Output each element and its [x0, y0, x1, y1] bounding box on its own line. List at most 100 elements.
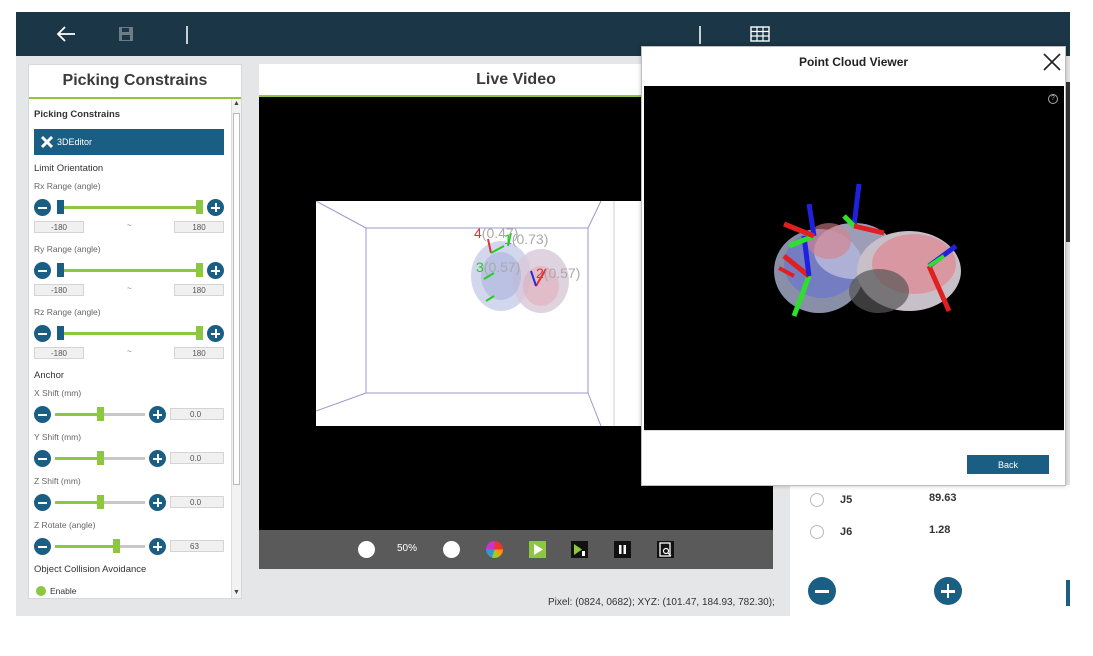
z-rotate-fill — [55, 545, 115, 548]
y-shift-increase-button[interactable] — [149, 450, 166, 467]
rx-max-input[interactable]: 180 — [174, 221, 224, 233]
tools-icon — [40, 135, 54, 149]
z-shift-fill — [55, 501, 99, 504]
collision-avoidance-heading: Object Collision Avoidance — [34, 564, 147, 575]
x-shift-track[interactable] — [99, 413, 145, 416]
table-grid-icon[interactable] — [748, 22, 772, 46]
rx-increase-button[interactable] — [207, 199, 224, 216]
z-shift-input[interactable]: 0.0 — [170, 496, 224, 508]
rx-min-handle[interactable] — [57, 200, 64, 214]
save-icon[interactable] — [114, 22, 138, 46]
scroll-down-icon[interactable]: ▼ — [232, 588, 241, 598]
back-button[interactable]: Back — [967, 455, 1049, 474]
zoom-out-button[interactable] — [358, 541, 375, 558]
y-shift-track[interactable] — [99, 457, 145, 460]
panel-scrollbar[interactable]: ▲ ▼ — [231, 99, 241, 598]
section-title: Picking Constrains — [34, 109, 121, 120]
close-icon[interactable] — [1041, 51, 1063, 73]
rz-max-handle[interactable] — [196, 326, 203, 340]
joint-decrease-button[interactable] — [808, 577, 836, 605]
rz-min-handle[interactable] — [57, 326, 64, 340]
panel-content: Picking Constrains 3DEditor Limit Orient… — [29, 99, 233, 598]
panel-title: Picking Constrains — [29, 65, 241, 99]
z-shift-label: Z Shift (mm) — [34, 476, 81, 486]
video-frame[interactable]: 4(0.47) 1(0.73) 3(0.57) 2(0.57) — [315, 200, 656, 427]
rx-decrease-button[interactable] — [34, 199, 51, 216]
y-shift-decrease-button[interactable] — [34, 450, 51, 467]
step-play-icon[interactable] — [571, 541, 588, 558]
toolbar-separator — [186, 26, 188, 44]
rx-max-handle[interactable] — [196, 200, 203, 214]
rx-range-label: Rx Range (angle) — [34, 181, 101, 191]
pause-icon[interactable] — [614, 541, 631, 558]
enable-label: Enable — [50, 586, 77, 596]
range-separator: ~ — [127, 347, 132, 356]
rz-range-label: Rz Range (angle) — [34, 307, 101, 317]
dialog-divider — [644, 430, 1064, 431]
ry-decrease-button[interactable] — [34, 262, 51, 279]
joint-radio-j6[interactable] — [810, 525, 824, 539]
ry-max-handle[interactable] — [196, 263, 203, 277]
y-shift-fill — [55, 457, 99, 460]
rx-range-track[interactable] — [57, 206, 203, 209]
x-shift-fill — [55, 413, 99, 416]
rz-range-track[interactable] — [57, 332, 203, 335]
pick-label: 3(0.57) — [476, 259, 521, 275]
video-toolbar: 50% — [259, 530, 773, 569]
3d-editor-button[interactable]: 3DEditor — [34, 129, 224, 155]
z-rotate-increase-button[interactable] — [149, 538, 166, 555]
ry-min-input[interactable]: -180 — [34, 284, 84, 296]
point-cloud-canvas[interactable]: ? — [644, 86, 1064, 430]
rz-max-input[interactable]: 180 — [174, 347, 224, 359]
y-shift-input[interactable]: 0.0 — [170, 452, 224, 464]
z-rotate-input[interactable]: 63 — [170, 540, 224, 552]
x-shift-input[interactable]: 0.0 — [170, 408, 224, 420]
joint-value: 1.28 — [929, 524, 951, 536]
arrow-left-icon[interactable] — [54, 22, 78, 46]
picking-constraints-panel: Picking Constrains Picking Constrains 3D… — [28, 64, 242, 599]
joint-increase-button[interactable] — [934, 577, 962, 605]
range-separator: ~ — [127, 284, 132, 293]
scroll-up-icon[interactable]: ▲ — [232, 99, 241, 109]
play-button[interactable] — [529, 541, 546, 558]
video-footer — [259, 569, 773, 599]
pixel-xyz-readout: Pixel: (0824, 0682); XYZ: (101.47, 184.9… — [548, 597, 775, 608]
z-shift-increase-button[interactable] — [149, 494, 166, 511]
pick-label: 1(0.73) — [504, 231, 549, 247]
z-rotate-handle[interactable] — [113, 539, 120, 553]
ry-increase-button[interactable] — [207, 262, 224, 279]
zoom-in-button[interactable] — [443, 541, 460, 558]
help-icon[interactable]: ? — [1048, 94, 1058, 104]
y-shift-handle[interactable] — [97, 451, 104, 465]
x-shift-handle[interactable] — [97, 407, 104, 421]
color-mode-icon[interactable] — [486, 541, 503, 558]
ry-range-label: Ry Range (angle) — [34, 244, 101, 254]
x-shift-label: X Shift (mm) — [34, 388, 82, 398]
toolbar-separator — [699, 26, 701, 44]
z-shift-decrease-button[interactable] — [34, 494, 51, 511]
scroll-thumb[interactable] — [233, 113, 240, 485]
z-rotate-decrease-button[interactable] — [34, 538, 51, 555]
z-shift-track[interactable] — [99, 501, 145, 504]
pick-label: 2(0.57) — [536, 265, 581, 281]
range-separator: ~ — [127, 221, 132, 230]
right-edge-button[interactable] — [1066, 580, 1070, 606]
z-rotate-label: Z Rotate (angle) — [34, 520, 96, 530]
rz-min-input[interactable]: -180 — [34, 347, 84, 359]
x-shift-decrease-button[interactable] — [34, 406, 51, 423]
dialog-title: Point Cloud Viewer — [798, 55, 909, 69]
ry-range-track[interactable] — [57, 269, 203, 272]
ry-max-input[interactable]: 180 — [174, 284, 224, 296]
z-shift-handle[interactable] — [97, 495, 104, 509]
y-shift-label: Y Shift (mm) — [34, 432, 82, 442]
joint-label: J5 — [840, 494, 853, 506]
enable-radio[interactable] — [36, 586, 46, 596]
rx-min-input[interactable]: -180 — [34, 221, 84, 233]
rz-increase-button[interactable] — [207, 325, 224, 342]
rz-decrease-button[interactable] — [34, 325, 51, 342]
joint-panel: J5 89.63 J6 1.28 — [790, 485, 1070, 616]
ry-min-handle[interactable] — [57, 263, 64, 277]
x-shift-increase-button[interactable] — [149, 406, 166, 423]
joint-radio-j5[interactable] — [810, 493, 824, 507]
snapshot-icon[interactable] — [657, 541, 674, 558]
